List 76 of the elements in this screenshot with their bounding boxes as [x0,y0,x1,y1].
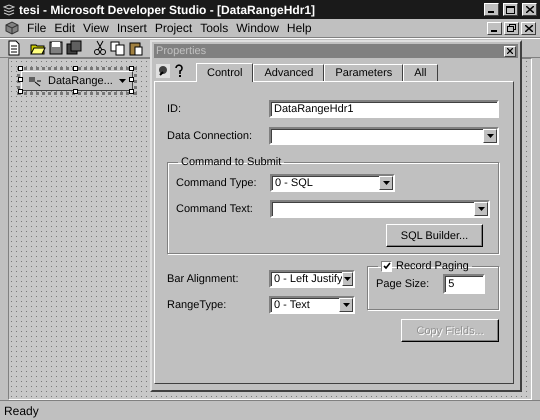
tab[interactable]: All [403,64,438,81]
command-type-select[interactable]: 0 - SQL [270,174,395,192]
window-title: tesi - Microsoft Developer Studio - [DataRangeHdr1] [19,2,316,16]
document-icon [4,21,20,35]
data-connection-combo[interactable] [269,127,499,145]
restore-icon [507,24,516,32]
dropdown-button[interactable] [474,202,488,216]
selection-handle[interactable] [129,89,134,94]
properties-title: Properties [156,45,208,57]
dropdown-button[interactable] [379,176,393,190]
restore-button[interactable] [504,22,519,34]
control-icon [28,75,42,87]
selection-handle[interactable] [18,77,23,82]
dropdown-arrow-icon [486,134,494,138]
field-label: Command Text: [176,203,254,215]
menu-item[interactable]: Window [232,21,283,35]
dropdown-arrow-icon [342,303,350,307]
group-title: Command to Submit [180,156,282,168]
dropdown-button[interactable] [483,129,497,143]
tab[interactable]: Parameters [324,64,404,81]
save-icon[interactable] [48,40,64,56]
tab[interactable]: Advanced [253,64,324,81]
checkbox[interactable] [381,260,392,272]
selection-handle[interactable] [18,89,23,94]
dropdown-arrow-icon [344,277,352,281]
menu-item[interactable]: Edit [50,21,80,35]
close-icon [507,48,513,54]
field-label: ID: [167,103,182,115]
field-label: Data Connection: [167,130,253,142]
save-all-icon[interactable] [66,40,82,56]
tab[interactable]: Control [196,63,254,82]
minimize-button[interactable] [487,22,502,34]
menu-item[interactable]: View [79,21,113,35]
checkbox-label: Record Paging [396,260,469,272]
close-button[interactable] [504,46,516,56]
field-label: RangeType: [167,299,228,311]
field-label: Page Size: [376,278,430,290]
dropdown-button[interactable] [339,298,353,312]
minimize-button[interactable] [484,3,499,16]
maximize-icon [506,6,515,14]
pin-icon[interactable] [156,64,170,78]
copy-icon[interactable] [110,40,126,56]
selection-handle[interactable] [129,77,134,82]
menu-item[interactable]: File [23,21,50,35]
sql-builder-button[interactable]: SQL Builder... [386,224,483,247]
paste-icon[interactable] [128,40,144,56]
field-label: Bar Alignment: [167,273,240,285]
close-button[interactable] [522,3,537,16]
status-text: Ready [4,404,39,418]
menu-item[interactable]: Insert [112,21,151,35]
command-text-combo[interactable] [270,200,490,218]
close-icon [524,24,532,32]
range-type-select[interactable]: 0 - Text [269,296,355,314]
maximize-button[interactable] [503,3,518,16]
close-button[interactable] [521,22,536,34]
selection-handle[interactable] [129,66,134,71]
cut-icon[interactable] [92,40,108,56]
selection-handle[interactable] [73,66,78,71]
selection-handle[interactable] [18,66,23,71]
help-icon[interactable] [174,64,184,78]
menu-item[interactable]: Project [150,21,196,35]
control-label: DataRange... [48,75,113,87]
dropdown-arrow-icon [119,79,126,83]
new-document-icon[interactable] [6,40,22,56]
dropdown-arrow-icon [382,181,390,185]
dropdown-arrow-icon [478,207,484,211]
bar-alignment-select[interactable]: 0 - Left Justify [269,270,355,288]
id-field[interactable]: DataRangeHdr1 [269,100,499,118]
menu-item[interactable]: Help [282,21,316,35]
app-icon [3,4,15,16]
dropdown-button[interactable] [342,272,353,286]
field-label: Command Type: [176,177,258,189]
selection-handle[interactable] [73,89,78,94]
close-icon [526,6,534,13]
menu-item[interactable]: Tools [196,21,232,35]
page-size-field[interactable]: 5 [443,274,486,294]
